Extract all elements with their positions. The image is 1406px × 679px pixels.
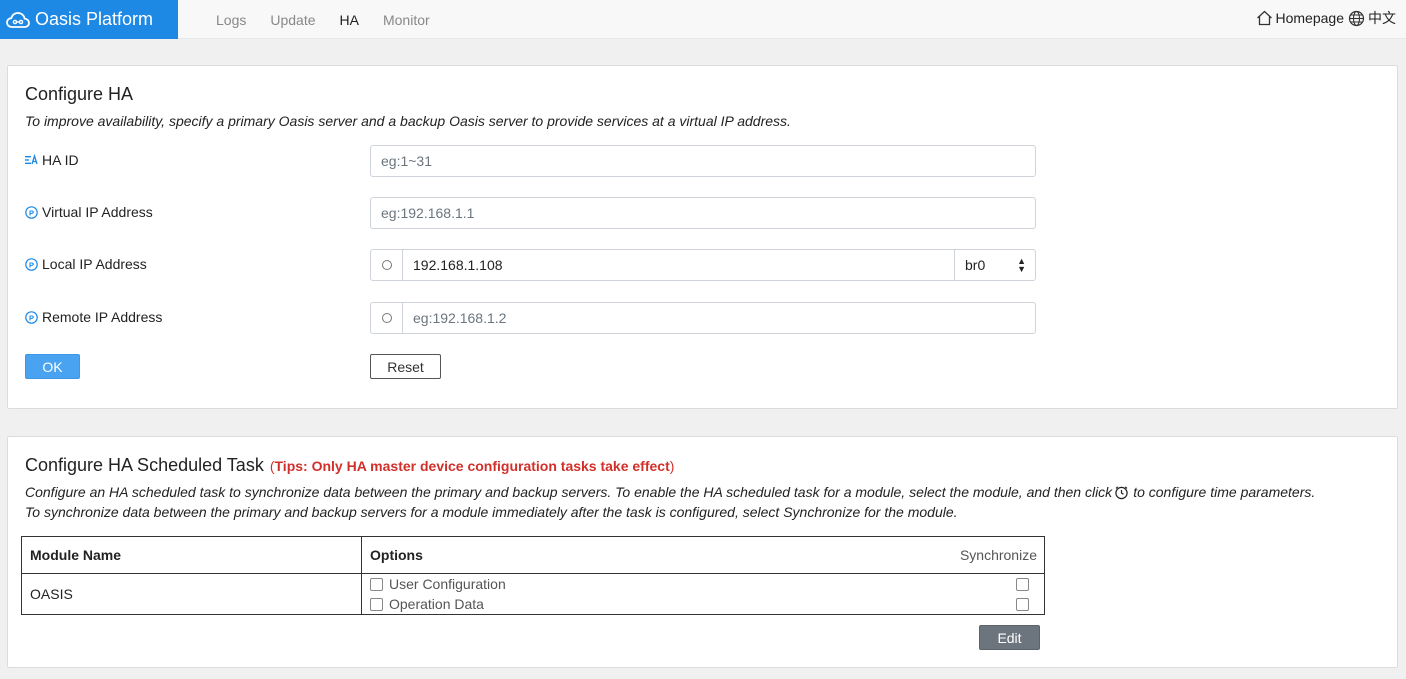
module-name-cell: OASIS — [21, 573, 362, 615]
globe-icon — [1348, 10, 1365, 27]
tips-close-paren: ) — [669, 458, 675, 474]
user-configuration-label: User Configuration — [389, 576, 506, 592]
local-ip-label-row: P Local IP Address — [25, 256, 147, 272]
scheduled-task-table: Module Name Options Synchronize OASIS Us… — [21, 536, 1045, 615]
ok-button[interactable]: OK — [25, 354, 80, 379]
operation-data-checkbox[interactable] — [370, 597, 383, 611]
svg-text:P: P — [29, 208, 34, 217]
col-options: Options Synchronize — [361, 536, 1045, 574]
clock-icon — [1114, 485, 1129, 500]
virtual-ip-label-row: P Virtual IP Address — [25, 204, 153, 220]
interface-select[interactable]: br0 ▲ ▼ — [954, 250, 1035, 280]
remote-ip-group — [370, 302, 1036, 334]
scheduled-task-desc-line1: Configure an HA scheduled task to synchr… — [25, 482, 1315, 502]
edit-button[interactable]: Edit — [979, 625, 1040, 650]
scheduled-task-title: Configure HA Scheduled Task — [25, 455, 264, 475]
nav-item-update[interactable]: Update — [270, 12, 315, 28]
operation-data-label: Operation Data — [389, 596, 484, 612]
select-caret-icon: ▲ ▼ — [1017, 256, 1026, 274]
remote-ip-input[interactable] — [403, 303, 1035, 333]
id-icon — [25, 154, 38, 166]
table-header-row: Module Name Options Synchronize — [21, 536, 1045, 574]
ha-id-input[interactable] — [370, 145, 1036, 177]
configure-ha-card: Configure HA To improve availability, sp… — [7, 65, 1398, 409]
scheduled-task-desc-line2: To synchronize data between the primary … — [25, 504, 958, 520]
svg-text:P: P — [29, 260, 34, 269]
desc-line1-part-a: Configure an HA scheduled task to synchr… — [25, 484, 1113, 500]
option-row-operation-data: Operation Data — [370, 594, 1036, 614]
reset-button[interactable]: Reset — [370, 354, 441, 379]
ha-id-label-row: HA ID — [25, 152, 79, 168]
tips-text-row: (Tips: Only HA master device configurati… — [270, 458, 675, 474]
local-ip-label: Local IP Address — [42, 256, 147, 272]
ip-icon: P — [25, 257, 38, 271]
brand-name: Oasis Platform — [35, 9, 154, 29]
virtual-ip-input[interactable] — [370, 197, 1036, 229]
table-row: OASIS User Configuration Operation Data — [21, 573, 1045, 615]
col-synchronize-label: Synchronize — [959, 547, 1037, 563]
ip-icon: P — [25, 310, 38, 324]
configure-ha-title: Configure HA — [25, 84, 134, 104]
remote-ip-label-row: P Remote IP Address — [25, 309, 162, 325]
svg-text:P: P — [29, 313, 34, 322]
brand-logo[interactable]: Oasis Platform — [0, 0, 178, 39]
configure-ha-description: To improve availability, specify a prima… — [25, 113, 791, 129]
nav-item-monitor[interactable]: Monitor — [383, 12, 430, 28]
local-ip-group: br0 ▲▼ — [370, 249, 1036, 281]
operation-data-sync-checkbox[interactable] — [1016, 597, 1029, 611]
option-row-user-configuration: User Configuration — [370, 574, 1036, 594]
tips-text: Tips: Only HA master device configuratio… — [274, 458, 670, 474]
ha-id-label: HA ID — [42, 152, 79, 168]
nav-item-ha[interactable]: HA — [340, 12, 359, 28]
virtual-ip-label: Virtual IP Address — [42, 204, 153, 220]
local-ip-radio[interactable] — [371, 250, 403, 280]
options-cell: User Configuration Operation Data — [361, 573, 1045, 615]
home-icon — [1256, 10, 1273, 26]
scheduled-task-card: Configure HA Scheduled Task (Tips: Only … — [7, 436, 1398, 668]
col-options-label: Options — [370, 547, 423, 563]
top-right-links: Homepage 中文 — [1256, 0, 1401, 36]
top-navbar: Oasis Platform Logs Update HA Monitor Ho… — [0, 0, 1406, 39]
nav-item-logs[interactable]: Logs — [216, 12, 246, 28]
col-module-name: Module Name — [21, 536, 362, 574]
remote-ip-label: Remote IP Address — [42, 309, 163, 325]
scheduled-task-title-row: Configure HA Scheduled Task (Tips: Only … — [25, 455, 674, 476]
main-nav: Logs Update HA Monitor — [204, 0, 442, 39]
ip-icon: P — [25, 205, 38, 219]
user-configuration-sync-checkbox[interactable] — [1016, 577, 1029, 591]
language-link[interactable]: 中文 — [1368, 8, 1396, 28]
interface-select-value: br0 — [965, 257, 986, 273]
remote-ip-radio[interactable] — [371, 303, 403, 333]
local-ip-input[interactable] — [403, 250, 954, 280]
desc-line1-part-b: to configure time parameters. — [1133, 484, 1316, 500]
homepage-link[interactable]: Homepage — [1276, 10, 1345, 26]
cloud-icon — [6, 11, 30, 28]
user-configuration-checkbox[interactable] — [370, 577, 383, 591]
